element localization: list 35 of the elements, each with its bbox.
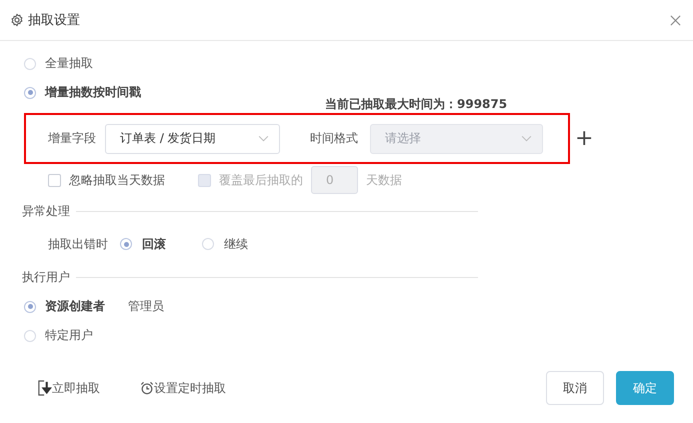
error-label: 抽取出错时 [48, 236, 108, 252]
action-link[interactable]: 立即抽取 [38, 380, 100, 396]
checkbox-label: 忽略抽取当天数据 [69, 172, 165, 188]
radio-label: 增量抽数按时间戳 [45, 84, 141, 101]
download-icon [38, 380, 52, 396]
chevron-down-icon [521, 135, 532, 142]
section-title: 异常处理 [22, 202, 70, 220]
radio-button[interactable] [202, 238, 214, 250]
alarm-clock-icon [140, 380, 154, 396]
field-label: 时间格式 [310, 130, 358, 147]
settings-icon [10, 13, 24, 27]
window-title: 抽取设置 [28, 12, 80, 29]
radio-button[interactable] [120, 238, 132, 250]
radio-label: 全量抽取 [45, 55, 93, 72]
radio-label: 资源创建者 [45, 298, 105, 315]
user-name: 管理员 [128, 298, 164, 315]
radio-button[interactable] [24, 300, 36, 312]
radio-button[interactable] [24, 330, 36, 342]
max-time-text: 当前已抽取最大时间为：999875 [325, 97, 508, 111]
radio-label: 特定用户 [45, 327, 93, 344]
field-select[interactable]: 订单表 / 发货日期 [105, 124, 280, 154]
action-link[interactable]: 设置定时抽取 [140, 380, 226, 396]
checkbox-label: 覆盖最后抽取的 [219, 172, 303, 188]
chevron-down-icon [258, 135, 269, 142]
days-label: 天数据 [366, 172, 402, 188]
dialog-button[interactable]: 取消 [546, 371, 604, 405]
radio-label: 回滚 [142, 236, 166, 252]
section-title: 执行用户 [22, 268, 70, 286]
radio-label: 继续 [224, 236, 248, 252]
add-button[interactable]: + [575, 126, 594, 151]
close-icon[interactable] [670, 14, 681, 26]
checkbox[interactable] [48, 174, 61, 186]
radio-button[interactable] [24, 86, 36, 98]
field-label: 增量字段 [48, 130, 96, 147]
radio-button[interactable] [24, 58, 36, 70]
